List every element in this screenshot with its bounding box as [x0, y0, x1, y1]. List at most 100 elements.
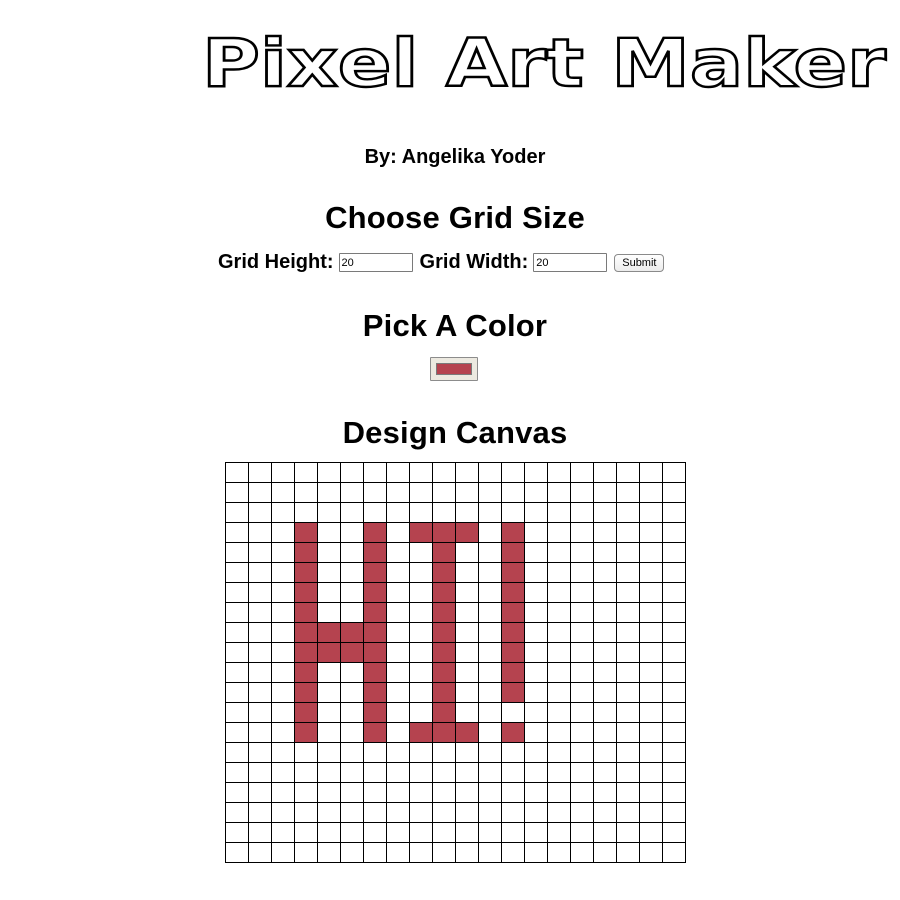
- canvas-cell[interactable]: [662, 542, 686, 563]
- canvas-cell[interactable]: [294, 682, 318, 703]
- canvas-cell[interactable]: [570, 482, 594, 503]
- canvas-cell[interactable]: [478, 822, 502, 843]
- canvas-cell[interactable]: [639, 762, 663, 783]
- canvas-cell[interactable]: [363, 822, 387, 843]
- canvas-cell[interactable]: [271, 842, 295, 863]
- canvas-cell[interactable]: [409, 722, 433, 743]
- canvas-cell[interactable]: [524, 662, 548, 683]
- canvas-cell[interactable]: [409, 522, 433, 543]
- canvas-cell[interactable]: [248, 722, 272, 743]
- canvas-cell[interactable]: [363, 802, 387, 823]
- canvas-cell[interactable]: [363, 722, 387, 743]
- canvas-cell[interactable]: [593, 682, 617, 703]
- canvas-cell[interactable]: [409, 682, 433, 703]
- canvas-cell[interactable]: [340, 842, 364, 863]
- submit-button[interactable]: Submit: [614, 253, 665, 272]
- canvas-cell[interactable]: [570, 542, 594, 563]
- canvas-cell[interactable]: [225, 702, 249, 723]
- canvas-cell[interactable]: [317, 462, 341, 483]
- canvas-cell[interactable]: [501, 482, 525, 503]
- canvas-cell[interactable]: [616, 562, 640, 583]
- canvas-cell[interactable]: [340, 722, 364, 743]
- canvas-cell[interactable]: [271, 462, 295, 483]
- canvas-cell[interactable]: [248, 842, 272, 863]
- canvas-cell[interactable]: [478, 682, 502, 703]
- canvas-cell[interactable]: [294, 702, 318, 723]
- canvas-cell[interactable]: [409, 502, 433, 523]
- canvas-cell[interactable]: [386, 602, 410, 623]
- canvas-cell[interactable]: [271, 522, 295, 543]
- canvas-cell[interactable]: [409, 602, 433, 623]
- canvas-cell[interactable]: [639, 562, 663, 583]
- canvas-cell[interactable]: [478, 742, 502, 763]
- canvas-cell[interactable]: [616, 602, 640, 623]
- canvas-cell[interactable]: [639, 682, 663, 703]
- canvas-cell[interactable]: [294, 502, 318, 523]
- canvas-cell[interactable]: [662, 802, 686, 823]
- canvas-cell[interactable]: [225, 502, 249, 523]
- canvas-cell[interactable]: [662, 822, 686, 843]
- canvas-cell[interactable]: [317, 762, 341, 783]
- canvas-cell[interactable]: [386, 582, 410, 603]
- canvas-cell[interactable]: [524, 802, 548, 823]
- canvas-cell[interactable]: [363, 782, 387, 803]
- canvas-cell[interactable]: [409, 462, 433, 483]
- canvas-cell[interactable]: [432, 602, 456, 623]
- canvas-cell[interactable]: [478, 622, 502, 643]
- canvas-cell[interactable]: [616, 542, 640, 563]
- canvas-cell[interactable]: [386, 722, 410, 743]
- canvas-cell[interactable]: [478, 542, 502, 563]
- canvas-cell[interactable]: [432, 622, 456, 643]
- canvas-cell[interactable]: [409, 782, 433, 803]
- canvas-cell[interactable]: [593, 642, 617, 663]
- canvas-cell[interactable]: [616, 822, 640, 843]
- canvas-cell[interactable]: [386, 642, 410, 663]
- canvas-cell[interactable]: [639, 662, 663, 683]
- canvas-cell[interactable]: [363, 462, 387, 483]
- canvas-cell[interactable]: [501, 702, 525, 723]
- canvas-cell[interactable]: [662, 482, 686, 503]
- canvas-cell[interactable]: [340, 622, 364, 643]
- canvas-cell[interactable]: [593, 462, 617, 483]
- canvas-cell[interactable]: [363, 482, 387, 503]
- canvas-cell[interactable]: [547, 722, 571, 743]
- canvas-cell[interactable]: [248, 742, 272, 763]
- canvas-cell[interactable]: [455, 542, 479, 563]
- canvas-cell[interactable]: [432, 722, 456, 743]
- canvas-cell[interactable]: [524, 582, 548, 603]
- canvas-cell[interactable]: [570, 582, 594, 603]
- canvas-cell[interactable]: [501, 782, 525, 803]
- canvas-cell[interactable]: [478, 522, 502, 543]
- canvas-cell[interactable]: [248, 642, 272, 663]
- canvas-cell[interactable]: [363, 562, 387, 583]
- canvas-cell[interactable]: [432, 662, 456, 683]
- canvas-cell[interactable]: [363, 602, 387, 623]
- canvas-cell[interactable]: [225, 562, 249, 583]
- canvas-cell[interactable]: [501, 462, 525, 483]
- canvas-cell[interactable]: [616, 722, 640, 743]
- canvas-cell[interactable]: [271, 802, 295, 823]
- canvas-cell[interactable]: [501, 522, 525, 543]
- canvas-cell[interactable]: [455, 802, 479, 823]
- canvas-cell[interactable]: [524, 722, 548, 743]
- canvas-cell[interactable]: [225, 802, 249, 823]
- canvas-cell[interactable]: [593, 502, 617, 523]
- canvas-cell[interactable]: [386, 522, 410, 543]
- canvas-cell[interactable]: [248, 602, 272, 623]
- canvas-cell[interactable]: [363, 542, 387, 563]
- canvas-cell[interactable]: [340, 522, 364, 543]
- canvas-cell[interactable]: [386, 502, 410, 523]
- canvas-cell[interactable]: [639, 602, 663, 623]
- canvas-cell[interactable]: [248, 482, 272, 503]
- canvas-cell[interactable]: [386, 462, 410, 483]
- canvas-cell[interactable]: [593, 742, 617, 763]
- canvas-cell[interactable]: [593, 782, 617, 803]
- canvas-cell[interactable]: [593, 602, 617, 623]
- canvas-cell[interactable]: [639, 502, 663, 523]
- canvas-cell[interactable]: [639, 842, 663, 863]
- canvas-cell[interactable]: [386, 622, 410, 643]
- canvas-cell[interactable]: [271, 722, 295, 743]
- canvas-cell[interactable]: [547, 622, 571, 643]
- canvas-cell[interactable]: [363, 502, 387, 523]
- canvas-cell[interactable]: [455, 842, 479, 863]
